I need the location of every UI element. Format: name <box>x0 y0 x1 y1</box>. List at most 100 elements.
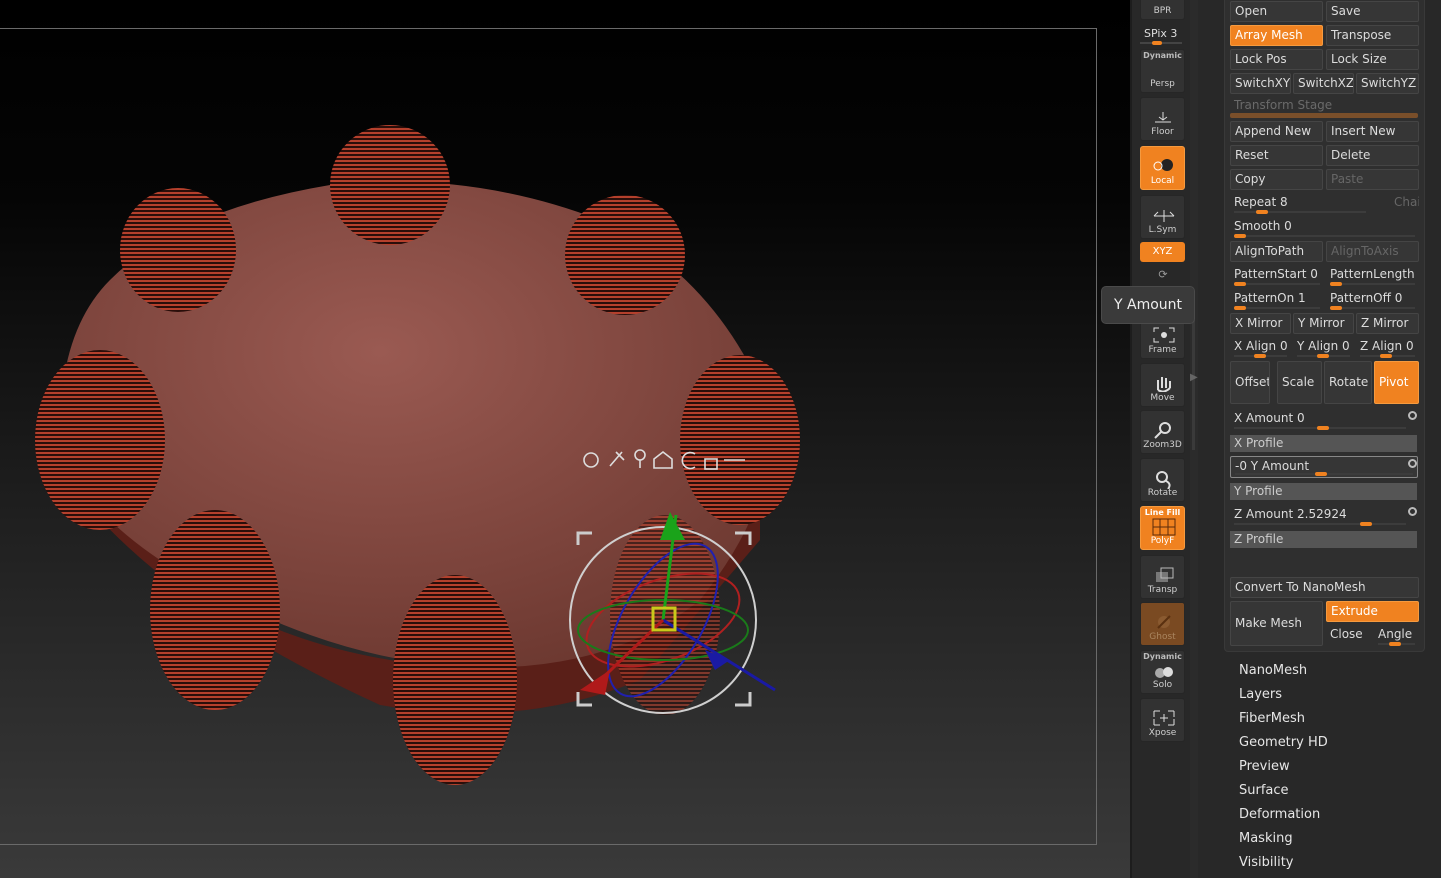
z-align-slider[interactable]: Z Align 0 <box>1356 337 1419 359</box>
y-mirror-button[interactable]: Y Mirror <box>1293 313 1354 334</box>
tool-strip: BPR SPix 3 Dynamic Persp Floor Local L.S… <box>1130 0 1190 878</box>
pattern-off-label: PatternOff 0 <box>1330 291 1403 305</box>
floor-icon <box>1155 112 1171 123</box>
repeat-slider[interactable]: Repeat 8 <box>1230 193 1370 215</box>
append-new-button[interactable]: Append New <box>1230 121 1323 142</box>
z-profile-curve[interactable]: Z Profile <box>1230 531 1417 548</box>
mesh-canvas[interactable] <box>0 0 1130 878</box>
switchyz-button[interactable]: SwitchYZ <box>1356 73 1419 94</box>
local-button[interactable]: Local <box>1140 146 1185 190</box>
x-curve-toggle-icon[interactable] <box>1408 411 1417 420</box>
menu-visibility[interactable]: Visibility <box>1239 855 1293 870</box>
spix-slider[interactable]: SPix 3 <box>1144 27 1177 40</box>
insert-new-button[interactable]: Insert New <box>1326 121 1419 142</box>
switchxz-button[interactable]: SwitchXZ <box>1293 73 1354 94</box>
z-amount-slider[interactable]: Z Amount 2.52924 <box>1230 505 1410 527</box>
lsym-button[interactable]: L.Sym <box>1140 195 1185 239</box>
ghost-button[interactable]: Ghost <box>1140 602 1185 646</box>
polyframe-icon <box>1152 518 1176 536</box>
x-align-label: X Align 0 <box>1234 339 1288 353</box>
menu-masking[interactable]: Masking <box>1239 831 1293 846</box>
rotate-button[interactable]: Rotate <box>1140 458 1185 502</box>
extrude-button[interactable]: Extrude <box>1326 601 1419 622</box>
convert-to-nanomesh-button[interactable]: Convert To NanoMesh <box>1230 577 1419 598</box>
y-amount-slider[interactable]: -0 Y Amount <box>1230 456 1418 478</box>
y-curve-toggle-icon[interactable] <box>1408 459 1417 468</box>
polyf-button[interactable]: Line Fill PolyF <box>1140 506 1185 550</box>
copy-button[interactable]: Copy <box>1230 169 1323 190</box>
3d-viewport[interactable] <box>0 0 1130 878</box>
z-amount-label: Z Amount 2.52924 <box>1234 507 1347 521</box>
x-amount-label: X Amount 0 <box>1234 411 1305 425</box>
align-to-axis-button[interactable]: AlignToAxis <box>1326 241 1419 262</box>
menu-layers[interactable]: Layers <box>1239 687 1282 702</box>
y-align-label: Y Align 0 <box>1297 339 1350 353</box>
tooltip: Y Amount <box>1101 286 1195 324</box>
xpose-button[interactable]: Xpose <box>1140 698 1185 742</box>
smooth-slider[interactable]: Smooth 0 <box>1230 217 1419 239</box>
menu-nanomesh[interactable]: NanoMesh <box>1239 663 1307 678</box>
menu-surface[interactable]: Surface <box>1239 783 1289 798</box>
scale-button[interactable]: Scale <box>1277 361 1322 404</box>
floor-button[interactable]: Floor <box>1140 97 1185 141</box>
delete-button[interactable]: Delete <box>1326 145 1419 166</box>
open-button[interactable]: Open <box>1230 1 1323 22</box>
transpose-button[interactable]: Transpose <box>1326 25 1419 46</box>
spix-track[interactable] <box>1140 41 1182 45</box>
transparency-icon <box>1156 567 1174 582</box>
offset-button[interactable]: Offset <box>1230 361 1270 404</box>
pattern-start-slider[interactable]: PatternStart 0 <box>1230 265 1324 287</box>
x-profile-curve[interactable]: X Profile <box>1230 435 1417 452</box>
tool-panel: Open Save Array Mesh Transpose Lock Pos … <box>1198 0 1441 878</box>
bpr-button[interactable]: BPR <box>1140 0 1185 20</box>
move-button[interactable]: Move <box>1140 363 1185 407</box>
ghost-icon <box>1157 615 1171 629</box>
z-mirror-button[interactable]: Z Mirror <box>1356 313 1419 334</box>
xpose-icon <box>1153 710 1175 726</box>
rotate-small-icon[interactable]: ⟳ <box>1156 268 1170 282</box>
frame-icon <box>1153 327 1175 343</box>
make-mesh-button[interactable]: Make Mesh <box>1230 601 1323 646</box>
x-mirror-button[interactable]: X Mirror <box>1230 313 1291 334</box>
lock-pos-button[interactable]: Lock Pos <box>1230 49 1323 70</box>
pattern-on-label: PatternOn 1 <box>1234 291 1306 305</box>
pattern-length-slider[interactable]: PatternLength <box>1326 265 1419 287</box>
reset-button[interactable]: Reset <box>1230 145 1323 166</box>
array-mesh-button[interactable]: Array Mesh <box>1230 25 1323 46</box>
close-button[interactable]: Close <box>1326 625 1371 646</box>
align-to-path-button[interactable]: AlignToPath <box>1230 241 1323 262</box>
menu-geometry-hd[interactable]: Geometry HD <box>1239 735 1328 750</box>
pivot-button[interactable]: Pivot <box>1374 361 1419 404</box>
pattern-on-slider[interactable]: PatternOn 1 <box>1230 289 1324 311</box>
persp-button[interactable]: Dynamic Persp <box>1140 49 1185 93</box>
angle-slider[interactable]: Angle <box>1374 625 1419 647</box>
switchxy-button[interactable]: SwitchXY <box>1230 73 1291 94</box>
x-amount-slider[interactable]: X Amount 0 <box>1230 409 1410 431</box>
transp-button[interactable]: Transp <box>1140 555 1185 599</box>
lock-size-button[interactable]: Lock Size <box>1326 49 1419 70</box>
menu-preview[interactable]: Preview <box>1239 759 1290 774</box>
y-align-slider[interactable]: Y Align 0 <box>1293 337 1354 359</box>
solo-button[interactable]: Dynamic Solo <box>1140 650 1185 694</box>
chain-button[interactable]: Chain <box>1370 193 1419 214</box>
pattern-off-slider[interactable]: PatternOff 0 <box>1326 289 1419 311</box>
repeat-label: Repeat 8 <box>1234 195 1288 209</box>
zoom3d-button[interactable]: Zoom3D <box>1140 410 1185 454</box>
menu-deformation[interactable]: Deformation <box>1239 807 1320 822</box>
z-curve-toggle-icon[interactable] <box>1408 507 1417 516</box>
lsym-icon <box>1153 210 1175 222</box>
transform-stage-slider[interactable] <box>1230 113 1418 118</box>
save-button[interactable]: Save <box>1326 1 1419 22</box>
angle-label: Angle <box>1378 627 1413 641</box>
rotate-icon <box>1156 471 1171 489</box>
hand-icon <box>1157 377 1171 392</box>
rotate-mode-button[interactable]: Rotate <box>1324 361 1372 404</box>
transform-stage-label: Transform Stage <box>1234 98 1333 112</box>
xyz-button[interactable]: XYZ <box>1140 242 1185 262</box>
x-align-slider[interactable]: X Align 0 <box>1230 337 1291 359</box>
local-icon <box>1153 159 1173 171</box>
paste-button[interactable]: Paste <box>1326 169 1419 190</box>
y-profile-curve[interactable]: Y Profile <box>1230 483 1417 500</box>
menu-fibermesh[interactable]: FiberMesh <box>1239 711 1305 726</box>
collapse-arrow-icon[interactable]: ▶ <box>1190 372 1198 383</box>
